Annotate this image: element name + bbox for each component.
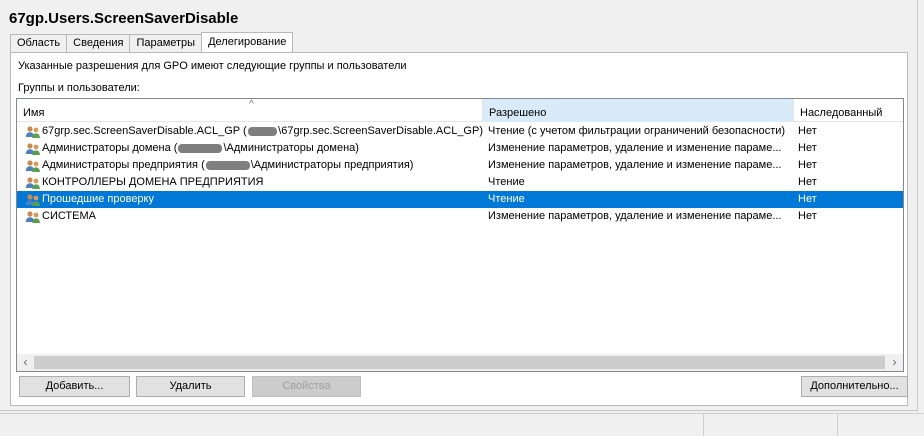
row-name-start: 67grp.sec.ScreenSaverDisable.ACL_GP ( xyxy=(42,125,247,137)
row-name-start: Администраторы предприятия ( xyxy=(42,159,205,171)
cell-inherited: Нет xyxy=(798,142,817,154)
remove-button[interactable]: Удалить xyxy=(136,376,245,397)
column-header-inherited[interactable]: Наследованный xyxy=(794,99,903,122)
group-icon xyxy=(25,176,40,189)
cell-inherited: Нет xyxy=(798,193,817,205)
group-icon xyxy=(25,210,40,223)
status-pane xyxy=(703,414,837,436)
column-header-permission-label: Разрешено xyxy=(489,107,547,119)
cell-permission: Изменение параметров, удаление и изменен… xyxy=(488,159,782,171)
delegation-description: Указанные разрешения для GPO имеют следу… xyxy=(18,60,407,72)
horizontal-scrollbar[interactable]: ‹ › xyxy=(17,354,903,371)
redacted-domain xyxy=(247,127,278,136)
gpo-title: 67gp.Users.ScreenSaverDisable xyxy=(9,10,239,27)
cell-permission: Чтение xyxy=(488,176,525,188)
arrow-left-icon[interactable]: ‹ xyxy=(17,354,34,371)
group-icon xyxy=(25,125,40,138)
redacted-domain xyxy=(205,161,250,170)
column-header-name-label: Имя xyxy=(23,107,45,119)
delegation-panel: Указанные разрешения для GPO имеют следу… xyxy=(10,52,908,406)
tab-details[interactable]: Сведения xyxy=(66,34,131,52)
table-row[interactable]: СИСТЕМА Изменение параметров, удаление и … xyxy=(17,208,903,225)
row-name-end: \Администраторы предприятия) xyxy=(250,159,414,171)
tab-strip: Область Сведения Параметры Делегирование xyxy=(10,32,294,52)
cell-inherited: Нет xyxy=(798,176,817,188)
permissions-list[interactable]: ^ Имя Разрешено Наследованный 67grp.sec.… xyxy=(16,98,904,372)
group-icon xyxy=(25,142,40,155)
advanced-button[interactable]: Дополнительно... xyxy=(801,376,908,397)
table-row[interactable]: 67grp.sec.ScreenSaverDisable.ACL_GP ( \67… xyxy=(17,123,903,140)
properties-button[interactable]: Свойства xyxy=(252,376,361,397)
cell-inherited: Нет xyxy=(798,125,817,137)
row-name-end: \67grp.sec.ScreenSaverDisable.ACL_GP) xyxy=(278,125,483,137)
table-row[interactable]: Администраторы предприятия ( \Администрат… xyxy=(17,157,903,174)
cell-name: Прошедшие проверку xyxy=(25,191,483,208)
cell-name: Администраторы предприятия ( \Администрат… xyxy=(25,157,483,174)
arrow-right-icon[interactable]: › xyxy=(886,354,903,371)
status-pane xyxy=(837,414,924,436)
cell-permission: Чтение xyxy=(488,193,525,205)
gpo-details-pane: 67gp.Users.ScreenSaverDisable Область Св… xyxy=(0,0,918,411)
tab-settings[interactable]: Параметры xyxy=(129,34,203,52)
status-bar xyxy=(0,413,924,436)
cell-name: СИСТЕМА xyxy=(25,208,483,225)
add-button[interactable]: Добавить... xyxy=(19,376,130,397)
row-name-start: Администраторы домена ( xyxy=(42,142,178,154)
cell-permission: Изменение параметров, удаление и изменен… xyxy=(488,142,782,154)
column-header-name[interactable]: ^ Имя xyxy=(17,99,483,122)
row-name-start: СИСТЕМА xyxy=(42,210,96,222)
cell-name: 67grp.sec.ScreenSaverDisable.ACL_GP ( \67… xyxy=(25,123,483,140)
scrollbar-thumb[interactable] xyxy=(34,356,885,369)
sort-ascending-icon: ^ xyxy=(249,99,254,110)
cell-name: Администраторы домена ( \Администраторы д… xyxy=(25,140,483,157)
group-icon xyxy=(25,193,40,206)
cell-permission: Чтение (с учетом фильтрации ограничений … xyxy=(488,125,786,137)
row-name-start: КОНТРОЛЛЕРЫ ДОМЕНА ПРЕДПРИЯТИЯ xyxy=(42,176,264,188)
table-row[interactable]: КОНТРОЛЛЕРЫ ДОМЕНА ПРЕДПРИЯТИЯ Чтение Нет xyxy=(17,174,903,191)
table-row[interactable]: Администраторы домена ( \Администраторы д… xyxy=(17,140,903,157)
list-header: ^ Имя Разрешено Наследованный xyxy=(17,99,903,122)
cell-inherited: Нет xyxy=(798,159,817,171)
tab-scope[interactable]: Область xyxy=(10,34,68,52)
row-name-start: Прошедшие проверку xyxy=(42,193,154,205)
cell-name: КОНТРОЛЛЕРЫ ДОМЕНА ПРЕДПРИЯТИЯ xyxy=(25,174,483,191)
column-header-inherited-label: Наследованный xyxy=(800,107,883,119)
cell-permission: Изменение параметров, удаление и изменен… xyxy=(488,210,782,222)
column-header-permission[interactable]: Разрешено xyxy=(483,99,794,122)
group-icon xyxy=(25,159,40,172)
table-row[interactable]: Прошедшие проверку Чтение Нет xyxy=(17,191,903,208)
row-name-end: \Администраторы домена) xyxy=(223,142,359,154)
redacted-domain xyxy=(178,144,223,153)
groups-label: Группы и пользователи: xyxy=(18,82,140,94)
cell-inherited: Нет xyxy=(798,210,817,222)
tab-delegation[interactable]: Делегирование xyxy=(201,32,294,52)
